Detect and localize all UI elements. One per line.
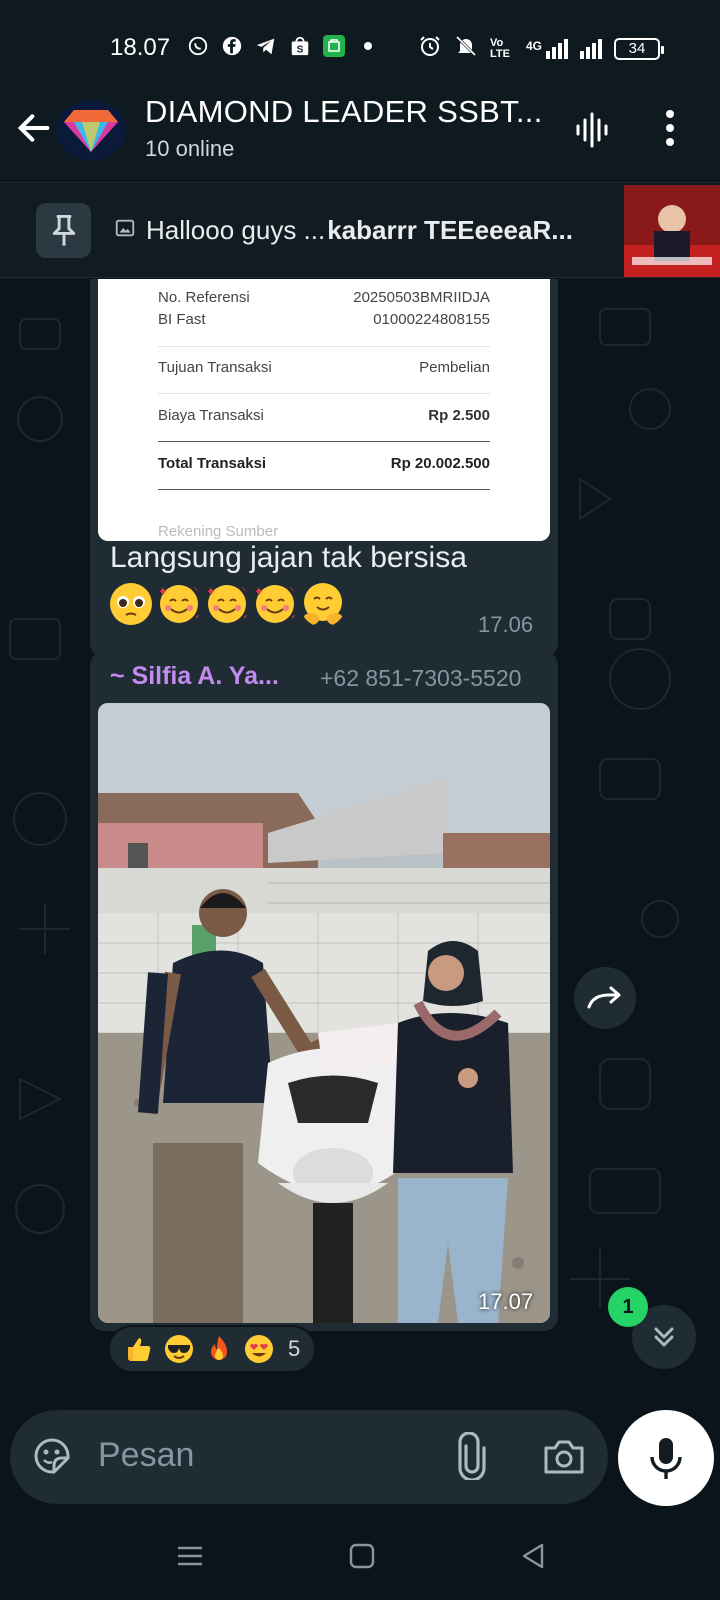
camera-icon[interactable] xyxy=(542,1436,586,1481)
fee-label: Biaya Transaksi xyxy=(158,407,264,424)
message-emoji-row xyxy=(108,581,346,627)
image-icon xyxy=(114,215,136,246)
status-bar: 18.07 S Vo LTE 4G 34 xyxy=(0,0,720,90)
total-value: Rp 20.002.500 xyxy=(390,455,490,472)
ref-label-2: BI Fast xyxy=(158,311,206,328)
mute-icon xyxy=(454,34,478,63)
purpose-value: Pembelian xyxy=(419,359,490,376)
divider xyxy=(158,489,490,490)
recent-apps-icon[interactable] xyxy=(176,1542,204,1575)
total-label: Total Transaksi xyxy=(158,455,267,472)
ref-label-1: No. Referensi xyxy=(158,289,250,306)
back-nav-icon[interactable] xyxy=(520,1542,548,1575)
alarm-icon xyxy=(418,34,442,63)
smiling-hearts-emoji xyxy=(160,584,201,623)
voice-chat-icon[interactable] xyxy=(572,110,612,155)
microphone-icon xyxy=(650,1438,682,1479)
smiling-hearts-emoji xyxy=(208,584,249,623)
divider xyxy=(158,346,490,347)
sender-name[interactable]: ~ Silfia A. Ya... xyxy=(110,662,279,691)
heart-eyes-emoji xyxy=(245,1335,273,1363)
pin-icon xyxy=(36,203,91,258)
volte-label: Vo LTE xyxy=(489,36,510,60)
ref-row-2: BI Fast 01000224808155 xyxy=(158,311,490,328)
telegram-icon xyxy=(254,34,278,58)
fire-emoji xyxy=(211,1336,227,1360)
total-row: Total Transaksi Rp 20.002.500 xyxy=(158,455,490,472)
svg-text:S: S xyxy=(297,44,304,55)
attach-icon[interactable] xyxy=(454,1431,490,1485)
pleading-face-emoji xyxy=(110,583,152,625)
battery-indicator: 34 xyxy=(614,37,664,60)
voice-record-button[interactable] xyxy=(618,1410,714,1506)
cut-label: Rekening Sumber xyxy=(158,523,279,540)
back-arrow-icon[interactable] xyxy=(14,108,54,153)
signal-icon-2 xyxy=(580,38,602,59)
smiling-hearts-emoji xyxy=(256,584,297,623)
more-options-icon[interactable] xyxy=(664,108,676,153)
thumbs-up-emoji xyxy=(128,1338,151,1361)
group-avatar[interactable] xyxy=(56,100,126,160)
notification-icons: S xyxy=(186,34,380,58)
cut-row: Rekening Sumber xyxy=(158,523,490,540)
unread-count-badge: 1 xyxy=(608,1287,648,1327)
purpose-row: Tujuan Transaksi Pembelian xyxy=(158,359,490,376)
receipt-image[interactable]: No. Referensi 20250503BMRIIDJA BI Fast 0… xyxy=(98,279,550,541)
ref-row: No. Referensi 20250503BMRIIDJA xyxy=(158,289,490,306)
signal-icon-1: 4G xyxy=(525,38,568,59)
pinned-thumbnail xyxy=(624,185,720,277)
divider xyxy=(158,441,490,442)
reactions-bar[interactable]: 5 xyxy=(108,1325,317,1373)
forward-button[interactable] xyxy=(574,967,636,1029)
message-input[interactable]: Pesan xyxy=(98,1436,194,1475)
ref-value-1: 20250503BMRIIDJA xyxy=(353,289,490,306)
system-icons: Vo LTE 4G 34 xyxy=(418,34,664,63)
facebook-icon xyxy=(220,34,244,58)
shopee-icon: S xyxy=(288,34,312,58)
status-time: 18.07 xyxy=(110,34,171,61)
pinned-text-bold: kabarrr TEEeeeaR... xyxy=(327,215,573,245)
dot-icon xyxy=(356,34,380,58)
network-type: 4G xyxy=(525,38,542,53)
reaction-count: 5 xyxy=(288,1336,301,1361)
forward-icon xyxy=(587,986,621,1009)
store-app-icon xyxy=(322,34,346,58)
sunglasses-emoji xyxy=(165,1335,193,1363)
fee-value: Rp 2.500 xyxy=(428,407,490,424)
pinned-message-text: Hallooo guys ... kabarrr TEEeeeaR... xyxy=(114,215,573,246)
chat-area[interactable]: No. Referensi 20250503BMRIIDJA BI Fast 0… xyxy=(0,279,720,1409)
whatsapp-icon xyxy=(186,34,210,58)
pinned-message-bar[interactable]: Hallooo guys ... kabarrr TEEeeeaR... xyxy=(0,182,720,278)
pinned-text-plain: Hallooo guys ... xyxy=(146,215,326,245)
divider xyxy=(158,393,490,394)
message-time: 17.06 xyxy=(478,612,534,637)
ref-value-2: 01000224808155 xyxy=(373,311,490,328)
sender-phone: +62 851-7303-5520 xyxy=(320,665,522,691)
message-text: Langsung jajan tak bersisa xyxy=(110,541,467,574)
double-chevron-down-icon xyxy=(654,1327,674,1347)
photo-attachment[interactable] xyxy=(98,703,550,1323)
photo-time: 17.07 xyxy=(478,1289,534,1314)
purpose-label: Tujuan Transaksi xyxy=(158,359,272,376)
chat-title[interactable]: DIAMOND LEADER SSBT... xyxy=(145,94,543,130)
fee-row: Biaya Transaksi Rp 2.500 xyxy=(158,407,490,424)
hugging-face-emoji xyxy=(303,583,343,625)
online-count: 10 online xyxy=(145,136,235,161)
home-icon[interactable] xyxy=(348,1542,376,1575)
chat-screen: 18.07 S Vo LTE 4G 34 DIAMOND LEADER SSBT… xyxy=(0,0,720,1600)
sticker-icon[interactable] xyxy=(30,1434,74,1483)
